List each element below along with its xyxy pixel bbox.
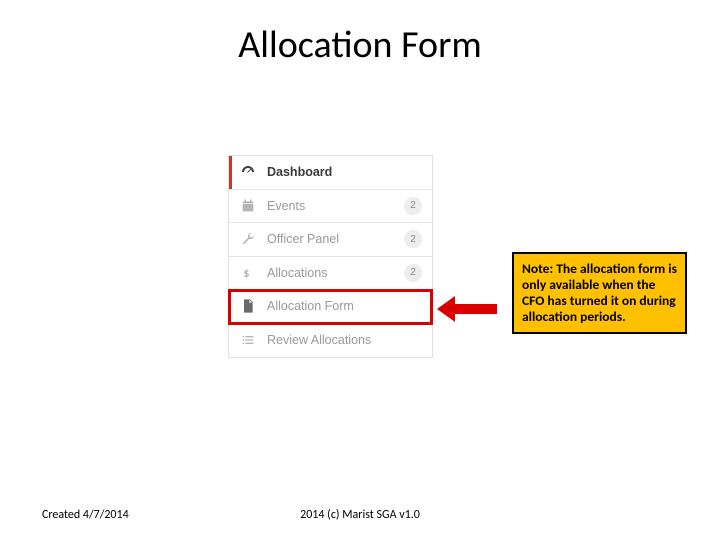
dollar-icon: $ — [239, 264, 257, 282]
sidebar-item-allocations[interactable]: $ Allocations 2 — [229, 257, 432, 291]
count-badge: 2 — [404, 197, 422, 215]
list-icon — [239, 331, 257, 349]
sidebar-item-label: Officer Panel — [267, 232, 404, 246]
callout-arrow — [437, 296, 497, 322]
arrow-head-icon — [437, 296, 455, 322]
page-title: Allocation Form — [0, 22, 720, 68]
wrench-icon — [239, 230, 257, 248]
arrow-body — [454, 304, 497, 314]
count-badge: 2 — [404, 230, 422, 248]
sidebar-item-dashboard[interactable]: Dashboard — [229, 156, 432, 190]
sidebar-item-review-allocations[interactable]: Review Allocations — [229, 324, 432, 358]
count-badge: 2 — [404, 264, 422, 282]
svg-text:$: $ — [243, 267, 249, 281]
footer-copyright: 2014 (c) Marist SGA v1.0 — [0, 508, 720, 522]
sidebar-item-officer-panel[interactable]: Officer Panel 2 — [229, 223, 432, 257]
sidebar-item-label: Allocation Form — [267, 299, 422, 313]
slide: Allocation Form Dashboard Events 2 Offic… — [0, 0, 720, 540]
sidebar-item-label: Review Allocations — [267, 333, 422, 347]
sidebar-item-label: Events — [267, 199, 404, 213]
sidebar-menu: Dashboard Events 2 Officer Panel 2 $ All… — [228, 155, 433, 358]
dashboard-icon — [239, 163, 257, 181]
note-callout: Note: The allocation form is only availa… — [512, 252, 687, 334]
sidebar-item-allocation-form[interactable]: Allocation Form — [229, 290, 432, 324]
sidebar-item-label: Allocations — [267, 266, 404, 280]
calendar-icon — [239, 197, 257, 215]
sidebar-item-events[interactable]: Events 2 — [229, 190, 432, 224]
sidebar-item-label: Dashboard — [267, 165, 422, 179]
document-icon — [239, 297, 257, 315]
